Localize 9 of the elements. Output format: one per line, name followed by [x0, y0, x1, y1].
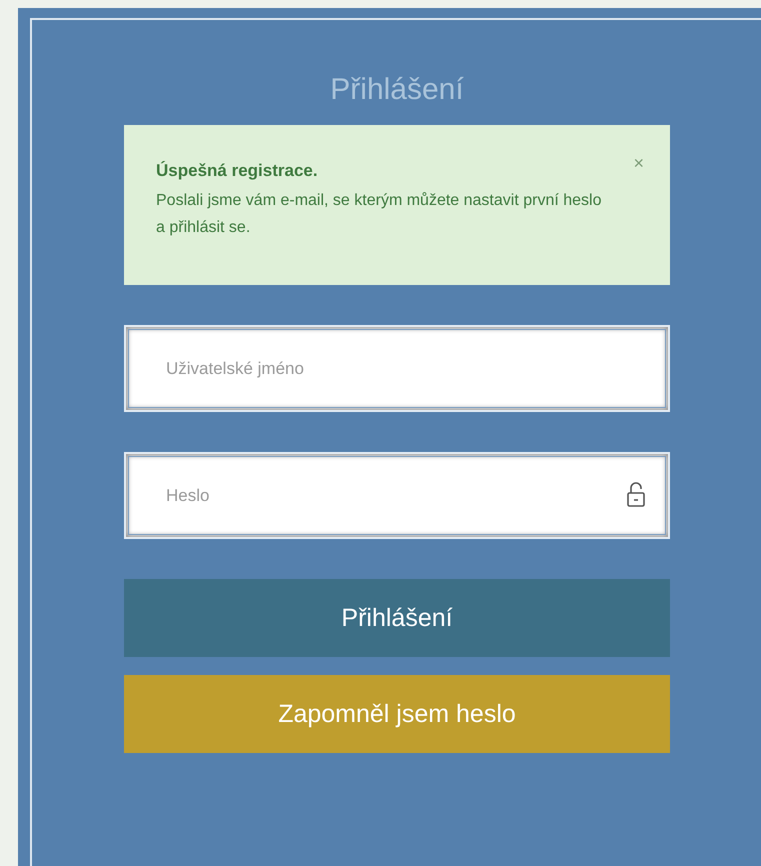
alert-message: Poslali jsme vám e-mail, se kterým můžete nastavit první heslo a přihlásit se.	[156, 191, 602, 238]
forgot-password-button[interactable]: Zapomněl jsem heslo	[124, 675, 670, 753]
username-field[interactable]: Uživatelské jméno	[124, 325, 670, 412]
login-title: Přihlášení	[329, 72, 465, 108]
unlocked-padlock-icon	[626, 482, 646, 508]
login-button[interactable]: Přihlášení	[124, 579, 670, 657]
close-button[interactable]: ×	[633, 153, 644, 174]
password-field[interactable]: Heslo	[124, 452, 670, 539]
alert-title: Úspešná registrace.	[156, 161, 319, 181]
